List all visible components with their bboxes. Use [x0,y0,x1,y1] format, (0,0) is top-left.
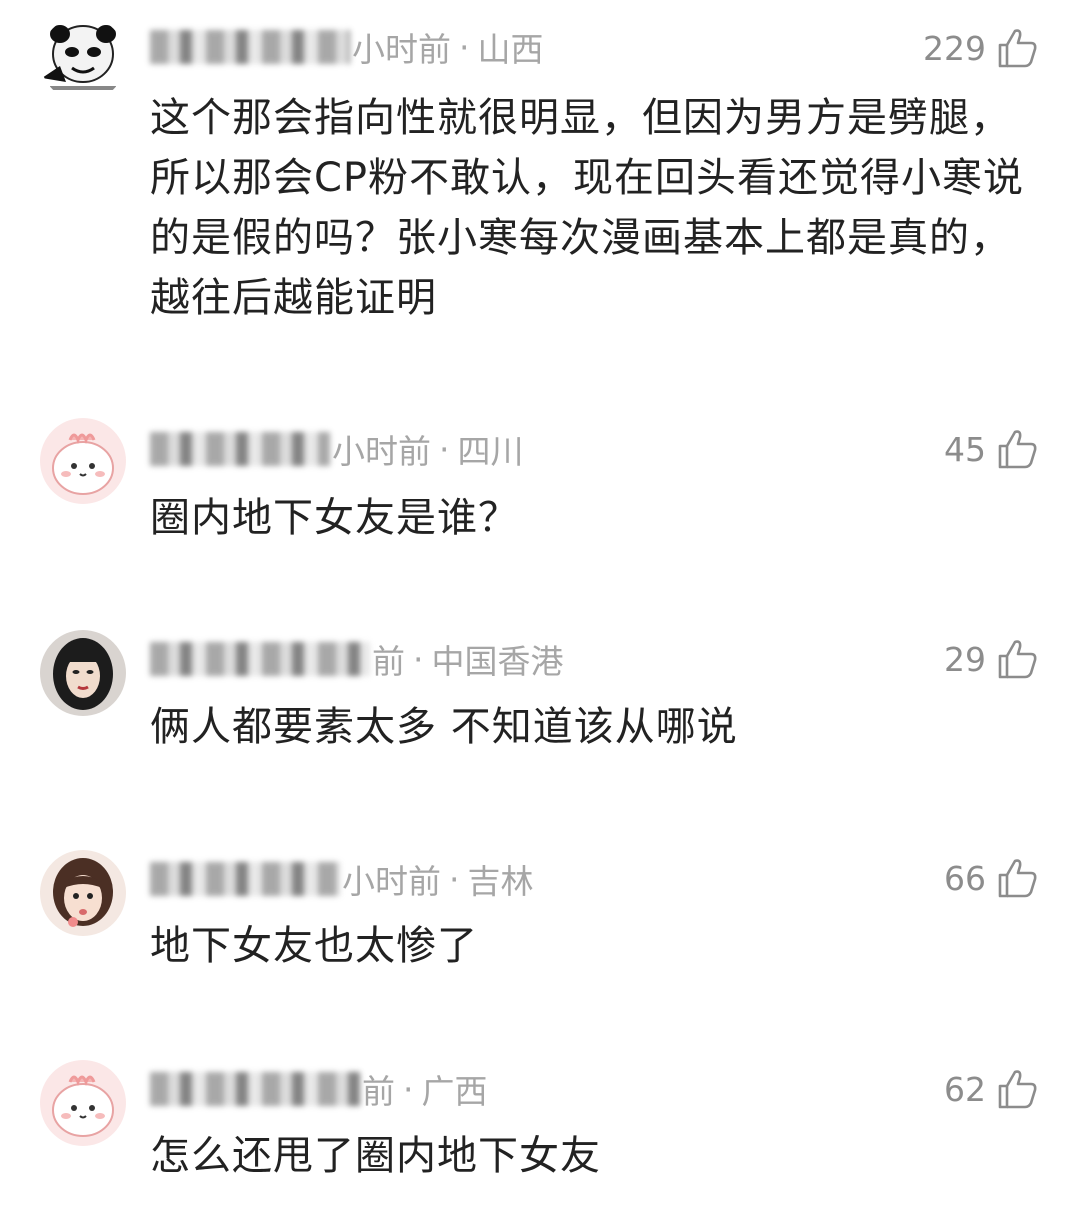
avatar[interactable] [40,850,126,936]
comment-location: 四川 [457,432,524,471]
avatar[interactable] [40,16,126,102]
avatar[interactable] [40,418,126,504]
comment-location: 广西 [421,1072,488,1111]
meta-separator: · [449,859,460,899]
comment-meta: 前 · 中国香港 [150,638,564,681]
comment-text: 这个那会指向性就很明显，但因为男方是劈腿，所以那会CP粉不敢认，现在回头看还觉得… [150,95,1025,321]
meta-separator: · [439,429,450,469]
comment-time: 小时前 [342,862,441,901]
username-blurred[interactable] [150,642,370,676]
like-count: 229 [923,28,986,68]
comment-meta: 小时前 · 吉林 [150,858,534,901]
avatar[interactable] [40,630,126,716]
like-button[interactable]: 62 [944,1061,1040,1117]
comment-time: 小时前 [352,30,451,69]
like-button[interactable]: 45 [944,421,1040,477]
comment-location: 吉林 [467,862,534,901]
comment-time: 前 [362,1072,395,1111]
meta-separator: · [459,27,470,67]
like-count: 66 [944,858,986,898]
comment-text: 俩人都要素太多 不知道该从哪说 [150,704,738,750]
thumbs-up-icon [998,640,1037,679]
comment-meta: 前 · 广西 [150,1068,488,1111]
username-blurred[interactable] [150,30,350,64]
username-blurred[interactable] [150,862,340,896]
comment-location: 山西 [477,30,544,69]
like-button[interactable]: 66 [944,850,1040,906]
meta-separator: · [413,639,424,679]
thumbs-up-icon [998,430,1037,469]
like-count: 62 [944,1069,986,1109]
like-button[interactable]: 29 [944,631,1040,687]
comment-meta: 小时前 · 山西 [150,26,544,69]
comment-text: 圈内地下女友是谁？ [150,495,519,541]
comment-time: 小时前 [332,432,431,471]
like-count: 45 [944,429,986,469]
meta-separator: · [403,1069,414,1109]
comment-time: 前 [372,642,405,681]
comment-text: 怎么还甩了圈内地下女友 [150,1133,601,1179]
username-blurred[interactable] [150,1072,360,1106]
comment-text: 地下女友也太惨了 [150,923,478,969]
comment-location: 中国香港 [431,642,564,681]
like-count: 29 [944,639,986,679]
comment-meta: 小时前 · 四川 [150,428,524,471]
thumbs-up-icon [998,859,1037,898]
thumbs-up-icon [998,29,1037,68]
like-button[interactable]: 229 [923,20,1040,76]
avatar[interactable] [40,1060,126,1146]
username-blurred[interactable] [150,432,330,466]
thumbs-up-icon [998,1070,1037,1109]
